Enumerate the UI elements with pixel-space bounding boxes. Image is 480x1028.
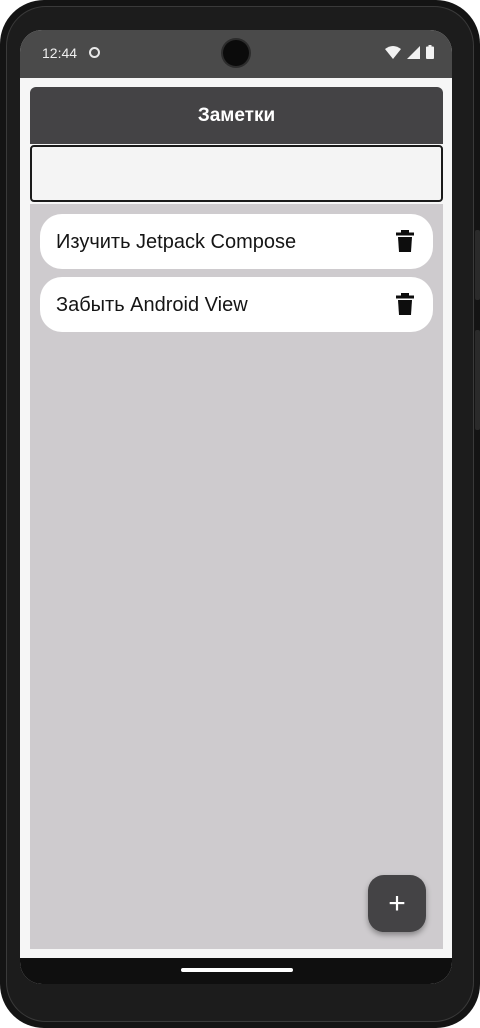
volume-button [475, 330, 480, 430]
front-camera [223, 40, 249, 66]
status-bar: 12:44 [20, 30, 452, 78]
gesture-handle[interactable] [181, 968, 293, 972]
app-title: Заметки [197, 104, 276, 126]
note-input-box[interactable] [30, 145, 443, 202]
power-button [475, 230, 480, 300]
top-app-bar: Заметки [30, 87, 443, 144]
note-list: Изучить Jetpack Compose Забыть Android V… [40, 214, 433, 340]
wifi-icon [385, 45, 401, 59]
signal-icon [407, 45, 420, 59]
note-item[interactable]: Изучить Jetpack Compose [40, 214, 433, 269]
status-icons [385, 44, 434, 60]
trash-icon[interactable] [395, 293, 415, 315]
sync-icon [89, 47, 100, 58]
note-input[interactable] [32, 147, 441, 200]
trash-icon[interactable] [395, 230, 415, 252]
phone-frame: 12:44 Заметки Изучить Jetpack Compose За… [0, 0, 480, 1028]
notes-area: Изучить Jetpack Compose Забыть Android V… [30, 204, 443, 949]
note-text: Изучить Jetpack Compose [56, 231, 297, 253]
navigation-bar [20, 958, 452, 984]
add-note-button[interactable]: + [368, 875, 426, 932]
screen: 12:44 Заметки Изучить Jetpack Compose За… [20, 30, 452, 984]
note-item[interactable]: Забыть Android View [40, 277, 433, 332]
note-text: Забыть Android View [56, 294, 248, 316]
status-time: 12:44 [42, 45, 78, 61]
plus-icon: + [388, 886, 406, 920]
battery-icon [426, 45, 434, 59]
